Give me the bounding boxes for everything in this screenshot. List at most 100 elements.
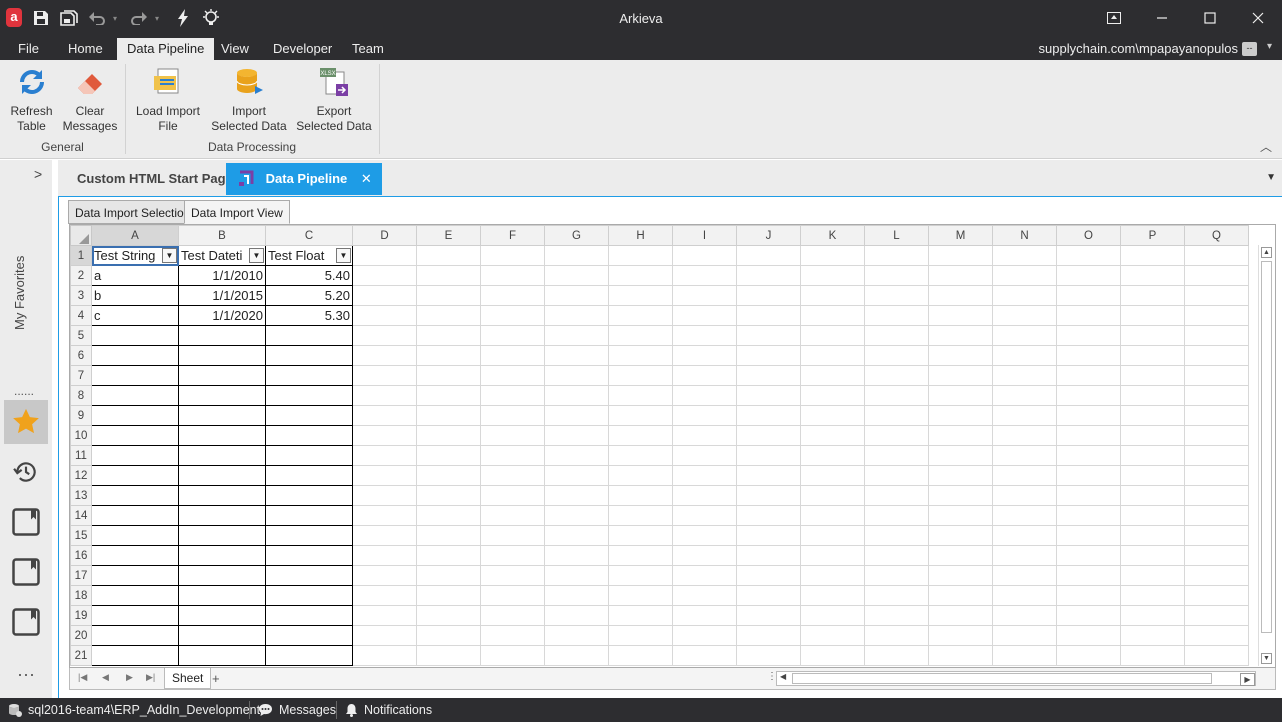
empty-cell[interactable]	[178, 645, 266, 666]
empty-cell[interactable]	[265, 345, 353, 366]
empty-cell[interactable]	[1120, 445, 1185, 466]
empty-cell[interactable]	[672, 465, 737, 486]
empty-cell[interactable]	[1184, 585, 1249, 606]
spreadsheet-grid[interactable]: A B C D E F G H I J K L M N O P Q 1 Test String ▼ Test Datet…	[69, 224, 1276, 668]
empty-cell[interactable]	[672, 565, 737, 586]
empty-cell[interactable]	[992, 525, 1057, 546]
empty-cell[interactable]	[416, 545, 481, 566]
empty-cell[interactable]	[91, 565, 179, 586]
horizontal-scroll-thumb[interactable]	[792, 673, 1212, 684]
column-header-k[interactable]: K	[800, 225, 865, 246]
empty-cell[interactable]	[1184, 445, 1249, 466]
notifications-status[interactable]: Notifications	[345, 698, 432, 722]
empty-cell[interactable]	[480, 385, 545, 406]
empty-cell[interactable]	[91, 485, 179, 506]
empty-cell[interactable]	[178, 525, 266, 546]
empty-cell[interactable]	[1184, 645, 1249, 666]
favorites-label[interactable]: My Favorites	[12, 256, 27, 330]
empty-cell[interactable]	[992, 245, 1057, 266]
empty-cell[interactable]	[480, 325, 545, 346]
import-selected-data-button[interactable]: Import Selected Data	[210, 64, 288, 134]
empty-cell[interactable]	[1056, 285, 1121, 306]
minimize-icon[interactable]	[1144, 6, 1180, 30]
empty-cell[interactable]	[91, 545, 179, 566]
empty-cell[interactable]	[480, 565, 545, 586]
favorites-star-icon[interactable]	[4, 400, 48, 444]
empty-cell[interactable]	[416, 485, 481, 506]
column-header-b[interactable]: B	[178, 225, 266, 246]
empty-cell[interactable]	[416, 565, 481, 586]
empty-cell[interactable]	[800, 585, 865, 606]
empty-cell[interactable]	[178, 565, 266, 586]
export-selected-data-button[interactable]: XLSX Export Selected Data	[294, 64, 374, 134]
empty-cell[interactable]	[1056, 625, 1121, 646]
empty-cell[interactable]	[672, 545, 737, 566]
row-header[interactable]: 2	[70, 265, 92, 286]
empty-cell[interactable]	[1184, 545, 1249, 566]
empty-cell[interactable]	[265, 585, 353, 606]
empty-cell[interactable]	[1056, 645, 1121, 666]
empty-cell[interactable]	[736, 485, 801, 506]
empty-cell[interactable]	[864, 625, 929, 646]
row-header[interactable]: 1	[70, 245, 92, 266]
empty-cell[interactable]	[736, 645, 801, 666]
column-header-o[interactable]: O	[1056, 225, 1121, 246]
empty-cell[interactable]	[992, 645, 1057, 666]
empty-cell[interactable]	[736, 465, 801, 486]
empty-cell[interactable]	[352, 325, 417, 346]
data-cell[interactable]: c	[91, 305, 179, 326]
empty-cell[interactable]	[416, 325, 481, 346]
empty-cell[interactable]	[1184, 425, 1249, 446]
empty-cell[interactable]	[864, 325, 929, 346]
row-header[interactable]: 9	[70, 405, 92, 426]
empty-cell[interactable]	[91, 345, 179, 366]
row-header[interactable]: 15	[70, 525, 92, 546]
empty-cell[interactable]	[736, 545, 801, 566]
save-all-icon[interactable]	[58, 8, 80, 28]
empty-cell[interactable]	[672, 585, 737, 606]
filter-dropdown-icon[interactable]: ▼	[336, 248, 351, 263]
empty-cell[interactable]	[1184, 405, 1249, 426]
empty-cell[interactable]	[1184, 285, 1249, 306]
column-header-l[interactable]: L	[864, 225, 929, 246]
column-header-j[interactable]: J	[736, 225, 801, 246]
empty-cell[interactable]	[352, 385, 417, 406]
empty-cell[interactable]	[736, 525, 801, 546]
empty-cell[interactable]	[800, 285, 865, 306]
empty-cell[interactable]	[1184, 505, 1249, 526]
scroll-thumb[interactable]	[1261, 261, 1272, 633]
filter-dropdown-icon[interactable]: ▼	[162, 248, 177, 263]
messages-status[interactable]: Messages	[258, 698, 336, 722]
empty-cell[interactable]	[1120, 245, 1185, 266]
empty-cell[interactable]	[416, 525, 481, 546]
empty-cell[interactable]	[265, 405, 353, 426]
chevron-down-icon[interactable]: ▾	[1267, 41, 1272, 52]
empty-cell[interactable]	[672, 445, 737, 466]
empty-cell[interactable]	[736, 265, 801, 286]
empty-cell[interactable]	[800, 505, 865, 526]
row-header[interactable]: 6	[70, 345, 92, 366]
empty-cell[interactable]	[1184, 345, 1249, 366]
empty-cell[interactable]	[608, 625, 673, 646]
empty-cell[interactable]	[672, 525, 737, 546]
empty-cell[interactable]	[928, 345, 993, 366]
empty-cell[interactable]	[480, 525, 545, 546]
load-import-file-button[interactable]: Load Import File	[132, 64, 204, 134]
empty-cell[interactable]	[800, 565, 865, 586]
first-sheet-icon[interactable]: |◀	[78, 672, 87, 683]
empty-cell[interactable]	[91, 525, 179, 546]
empty-cell[interactable]	[1120, 285, 1185, 306]
empty-cell[interactable]	[864, 365, 929, 386]
empty-cell[interactable]	[736, 385, 801, 406]
empty-cell[interactable]	[864, 505, 929, 526]
empty-cell[interactable]	[178, 345, 266, 366]
refresh-table-button[interactable]: Refresh Table	[4, 64, 59, 134]
empty-cell[interactable]	[416, 585, 481, 606]
empty-cell[interactable]	[265, 605, 353, 626]
empty-cell[interactable]	[178, 605, 266, 626]
empty-cell[interactable]	[1184, 325, 1249, 346]
data-cell[interactable]: a	[91, 265, 179, 286]
empty-cell[interactable]	[928, 625, 993, 646]
empty-cell[interactable]	[608, 285, 673, 306]
empty-cell[interactable]	[736, 585, 801, 606]
